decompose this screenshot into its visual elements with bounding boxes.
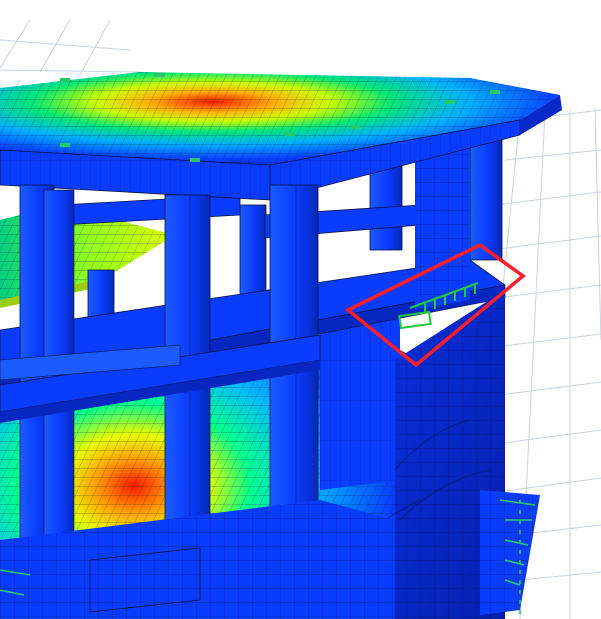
model-canvas[interactable] [0,0,601,619]
foundation-right[interactable] [480,490,540,615]
model-viewport[interactable] [0,0,601,619]
